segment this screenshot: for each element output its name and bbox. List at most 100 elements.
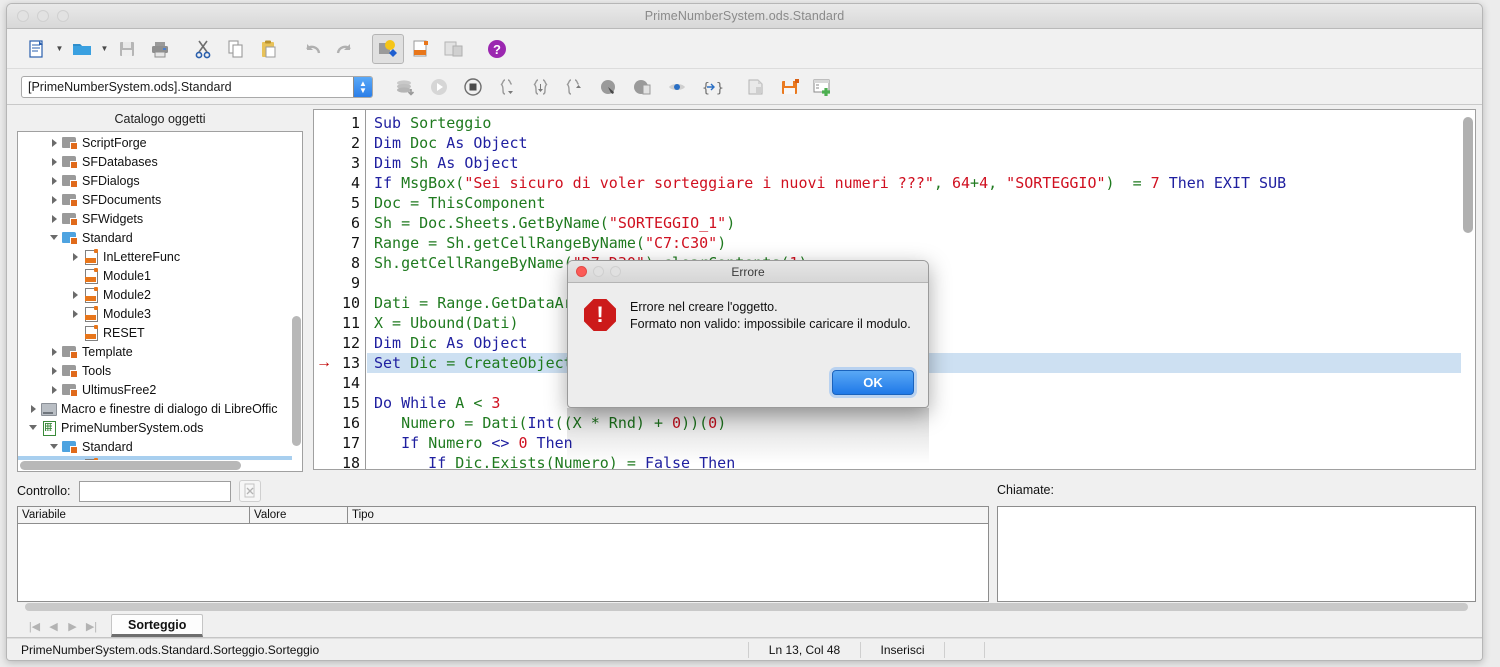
last-page-icon[interactable]: ▶|: [82, 615, 101, 637]
library-combo-stepper-icon[interactable]: ▲▼: [353, 77, 372, 97]
next-page-icon[interactable]: ▶: [63, 615, 82, 637]
code-line[interactable]: Range = Sh.getCellRangeByName("C7:C30"): [367, 233, 1461, 253]
stop-icon[interactable]: [457, 72, 489, 102]
editor-hscrollbar[interactable]: [7, 602, 1482, 612]
watch-grid[interactable]: VariabileValoreTipo: [17, 506, 989, 602]
cut-icon[interactable]: [187, 34, 219, 64]
library-combo[interactable]: [PrimeNumberSystem.ods].Standard ▲▼: [21, 76, 373, 98]
paste-icon[interactable]: [253, 34, 285, 64]
catalog-tree-hscrollbar[interactable]: [20, 461, 290, 470]
code-line[interactable]: Sh = Doc.Sheets.GetByName("SORTEGGIO_1"): [367, 213, 1461, 233]
chevron-right-icon[interactable]: [47, 367, 61, 375]
catalog-tree-item[interactable]: SFDatabases: [18, 152, 292, 171]
modules-icon[interactable]: [405, 34, 437, 64]
catalog-tree-item[interactable]: Standard: [18, 228, 292, 247]
step-into-icon[interactable]: [491, 72, 523, 102]
redo-icon[interactable]: [329, 34, 361, 64]
manage-breakpoints-icon[interactable]: [627, 72, 659, 102]
chevron-right-icon[interactable]: [47, 348, 61, 356]
catalog-tree-item[interactable]: ScriptForge: [18, 133, 292, 152]
save-icon[interactable]: [111, 34, 143, 64]
import-basic-icon[interactable]: [740, 72, 772, 102]
undo-icon[interactable]: [296, 34, 328, 64]
catalog-tree-item[interactable]: Sorteggio: [18, 456, 292, 460]
first-page-icon[interactable]: |◀: [25, 615, 44, 637]
chevron-right-icon[interactable]: [68, 291, 82, 299]
catalog-tree-item[interactable]: Tools: [18, 361, 292, 380]
code-line[interactable]: Dim Sh As Object: [367, 153, 1461, 173]
chevron-right-icon[interactable]: [26, 405, 40, 413]
previous-page-icon[interactable]: ◀: [44, 615, 63, 637]
tab-sorteggio[interactable]: Sorteggio: [111, 614, 203, 637]
close-window-button[interactable]: [17, 10, 29, 22]
dialog-window-controls[interactable]: [576, 266, 621, 277]
open-dropdown-icon[interactable]: ▼: [99, 34, 110, 64]
chevron-right-icon[interactable]: [68, 310, 82, 318]
catalog-tree-item[interactable]: SFDocuments: [18, 190, 292, 209]
step-over-icon[interactable]: [525, 72, 557, 102]
catalog-tree-item[interactable]: Template: [18, 342, 292, 361]
print-icon[interactable]: [144, 34, 176, 64]
insert-module-icon[interactable]: [808, 72, 840, 102]
watch-column-header[interactable]: Tipo: [348, 507, 988, 523]
chevron-right-icon[interactable]: [47, 177, 61, 185]
dialog-close-button[interactable]: [576, 266, 587, 277]
catalog-tree-item[interactable]: SFDialogs: [18, 171, 292, 190]
minimize-window-button[interactable]: [37, 10, 49, 22]
catalog-tree-item[interactable]: Module2: [18, 285, 292, 304]
select-macro-icon[interactable]: [372, 34, 404, 64]
open-folder-icon[interactable]: [66, 34, 98, 64]
run-icon[interactable]: [423, 72, 455, 102]
export-basic-icon[interactable]: [774, 72, 806, 102]
chevron-right-icon[interactable]: [47, 139, 61, 147]
dialog-minimize-button[interactable]: [593, 266, 604, 277]
breakpoint-toggle-icon[interactable]: [593, 72, 625, 102]
catalog-tree-item[interactable]: Module3: [18, 304, 292, 323]
code-line[interactable]: Doc = ThisComponent: [367, 193, 1461, 213]
catalog-tree-item[interactable]: UltimusFree2: [18, 380, 292, 399]
error-dialog[interactable]: Errore ! Errore nel creare l'oggetto. Fo…: [567, 260, 929, 408]
catalog-tree-item[interactable]: RESET: [18, 323, 292, 342]
chevron-right-icon[interactable]: [47, 386, 61, 394]
help-icon[interactable]: ?: [481, 34, 513, 64]
window-controls[interactable]: [17, 10, 69, 22]
dialog-ok-button[interactable]: OK: [832, 370, 914, 395]
chevron-right-icon[interactable]: [47, 158, 61, 166]
step-out-icon[interactable]: [559, 72, 591, 102]
new-document-icon[interactable]: [21, 34, 53, 64]
chevron-down-icon[interactable]: [47, 444, 61, 449]
watch-column-header[interactable]: Variabile: [18, 507, 250, 523]
code-vscrollbar[interactable]: [1463, 113, 1473, 465]
dialog-maximize-button[interactable]: [610, 266, 621, 277]
catalog-tree-item[interactable]: PrimeNumberSystem.ods: [18, 418, 292, 437]
catalog-tree-item[interactable]: Standard: [18, 437, 292, 456]
copy-icon[interactable]: [220, 34, 252, 64]
watch-input[interactable]: [79, 481, 231, 502]
line-number-gutter[interactable]: 12345678910111213→141516171819: [314, 110, 366, 469]
watch-column-header[interactable]: Valore: [250, 507, 348, 523]
calls-list[interactable]: [997, 506, 1476, 602]
chevron-right-icon[interactable]: [68, 253, 82, 261]
new-dropdown-icon[interactable]: ▼: [54, 34, 65, 64]
dialog-icon[interactable]: [438, 34, 470, 64]
chevron-down-icon[interactable]: [47, 235, 61, 240]
code-line[interactable]: If MsgBox("Sei sicuro di voler sorteggia…: [367, 173, 1461, 193]
compile-icon[interactable]: [389, 72, 421, 102]
code-line[interactable]: If Numero <> 0 Then: [367, 433, 1461, 453]
code-line[interactable]: Numero = Dati(Int((X * Rnd) + 0))(0): [367, 413, 1461, 433]
watch-grid-body[interactable]: [18, 524, 988, 601]
catalog-tree-item[interactable]: Macro e finestre di dialogo di LibreOffi…: [18, 399, 292, 418]
chevron-right-icon[interactable]: [47, 215, 61, 223]
catalog-tree-item[interactable]: SFWidgets: [18, 209, 292, 228]
remove-watch-icon[interactable]: [239, 480, 261, 502]
maximize-window-button[interactable]: [57, 10, 69, 22]
catalog-tree-vscrollbar[interactable]: [292, 134, 301, 459]
code-line[interactable]: If Dic.Exists(Numero) = False Then: [367, 453, 1461, 469]
code-line[interactable]: Dim Doc As Object: [367, 133, 1461, 153]
catalog-tree-item[interactable]: Module1: [18, 266, 292, 285]
watch-icon[interactable]: [661, 72, 693, 102]
status-insert-mode[interactable]: Inserisci: [861, 642, 945, 658]
chevron-right-icon[interactable]: [47, 196, 61, 204]
chevron-down-icon[interactable]: [26, 425, 40, 430]
catalog-tree[interactable]: ScriptForgeSFDatabasesSFDialogsSFDocumen…: [18, 133, 292, 460]
